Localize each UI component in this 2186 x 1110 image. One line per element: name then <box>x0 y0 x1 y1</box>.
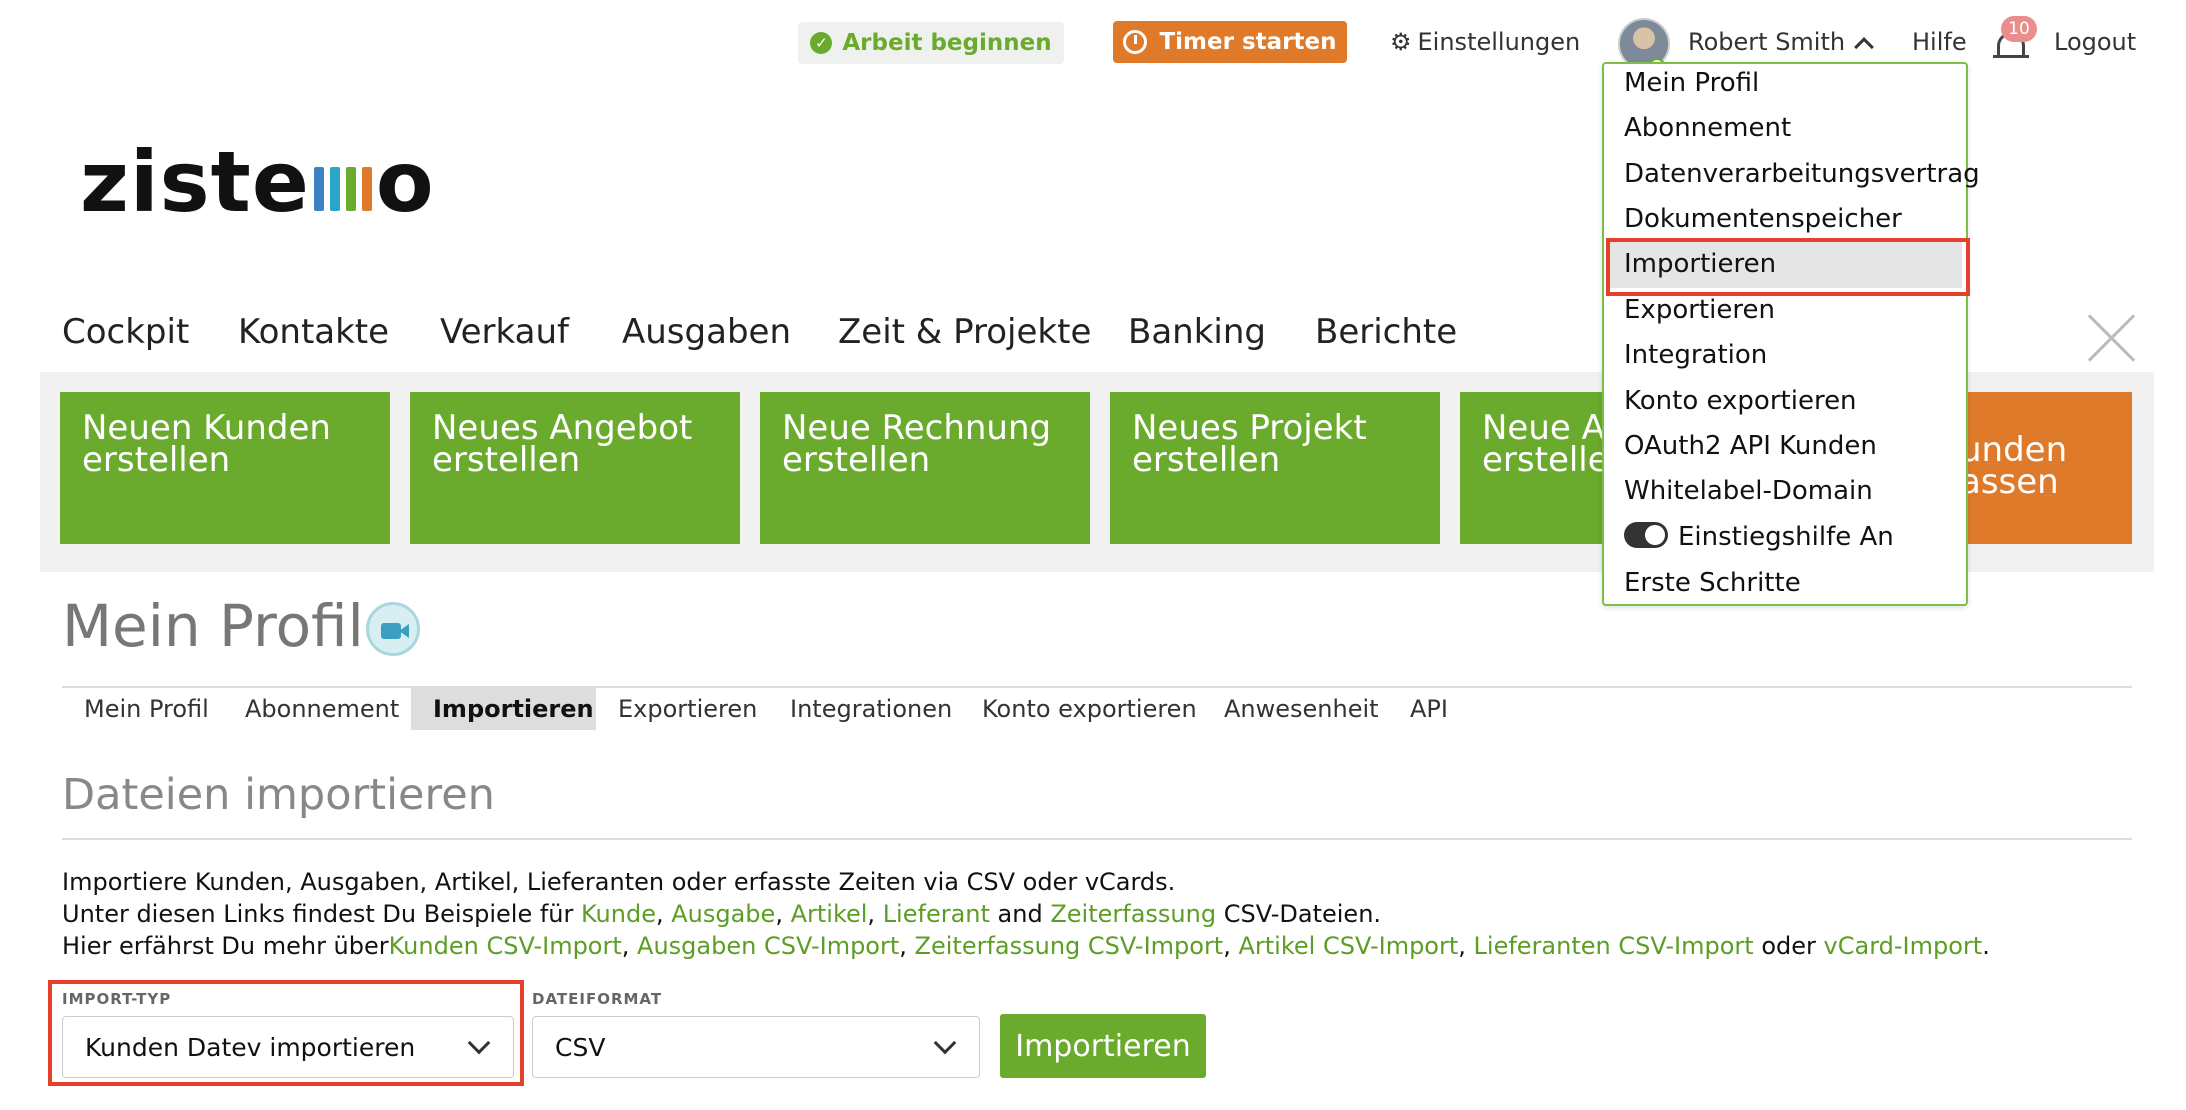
notification-badge: 10 <box>2001 16 2037 42</box>
tab-exportieren[interactable]: Exportieren <box>596 688 779 730</box>
new-invoice-tile[interactable]: Neue Rechnung erstellen <box>760 392 1090 544</box>
menu-item-abonnement[interactable]: Abonnement <box>1624 113 1791 143</box>
page-title: Mein Profil <box>62 592 364 660</box>
link-zeiterfassung[interactable]: Zeiterfassung <box>1050 900 1216 928</box>
video-icon[interactable] <box>366 602 420 656</box>
link-kunde[interactable]: Kunde <box>581 900 656 928</box>
menu-item-einstiegshilfe[interactable]: Einstiegshilfe An <box>1678 522 1894 552</box>
tab-mein-profil[interactable]: Mein Profil <box>62 688 231 730</box>
link-ausgaben-csv-import[interactable]: Ausgaben CSV-Import <box>637 932 899 960</box>
link-zeiterfassung-csv-import[interactable]: Zeiterfassung CSV-Import <box>915 932 1224 960</box>
link-kunden-csv-import[interactable]: Kunden CSV-Import <box>389 932 622 960</box>
file-format-select[interactable]: CSV <box>532 1016 980 1078</box>
logout-link[interactable]: Logout <box>2054 28 2136 56</box>
menu-item-mein-profil[interactable]: Mein Profil <box>1624 68 1759 98</box>
file-format-label: DATEIFORMAT <box>532 990 663 1008</box>
intro-line-1: Importiere Kunden, Ausgaben, Artikel, Li… <box>62 868 1176 896</box>
menu-item-datenverarbeitungsvertrag[interactable]: Datenverarbeitungsvertrag <box>1624 159 1980 189</box>
menu-item-exportieren[interactable]: Exportieren <box>1624 295 1775 325</box>
tab-api[interactable]: API <box>1388 688 1470 730</box>
import-button[interactable]: Importieren <box>1000 1014 1206 1078</box>
menu-item-dokumentenspeicher[interactable]: Dokumentenspeicher <box>1624 204 1902 234</box>
intro-line-2: Unter diesen Links findest Du Beispiele … <box>62 900 1382 928</box>
link-lieferanten-csv-import[interactable]: Lieferanten CSV-Import <box>1474 932 1754 960</box>
onboarding-toggle[interactable] <box>1624 522 1668 548</box>
settings-label: Einstellungen <box>1417 28 1581 56</box>
menu-item-konto-exportieren[interactable]: Konto exportieren <box>1624 386 1857 416</box>
check-circle-icon: ✓ <box>810 32 833 54</box>
intro-line-3: Hier erfährst Du mehr überKunden CSV-Imp… <box>62 932 1990 960</box>
tab-abonnement[interactable]: Abonnement <box>223 688 421 730</box>
nav-cockpit[interactable]: Cockpit <box>62 312 189 352</box>
tab-anwesenheit[interactable]: Anwesenheit <box>1202 688 1401 730</box>
link-lieferant[interactable]: Lieferant <box>883 900 990 928</box>
new-offer-tile[interactable]: Neues Angebot erstellen <box>410 392 740 544</box>
menu-item-oauth2-api-kunden[interactable]: OAuth2 API Kunden <box>1624 431 1877 461</box>
new-expense-tile[interactable]: Neue Auersteller <box>1460 392 1610 544</box>
nav-ausgaben[interactable]: Ausgaben <box>622 312 791 352</box>
zistemo-logo[interactable]: zist e o <box>80 140 435 224</box>
import-type-highlight <box>48 980 524 1086</box>
nav-banking[interactable]: Banking <box>1128 312 1266 352</box>
file-format-value: CSV <box>555 1032 606 1062</box>
link-artikel-csv-import[interactable]: Artikel CSV-Import <box>1238 932 1458 960</box>
help-link[interactable]: Hilfe <box>1912 28 1967 56</box>
stopwatch-icon <box>1123 30 1148 54</box>
link-ausgabe[interactable]: Ausgabe <box>671 900 775 928</box>
section-title: Dateien importieren <box>62 770 495 820</box>
nav-kontakte[interactable]: Kontakte <box>238 312 389 352</box>
menu-item-integration[interactable]: Integration <box>1624 340 1767 370</box>
start-work-button[interactable]: ✓ Arbeit beginnen <box>798 22 1064 64</box>
nav-zeit-projekte[interactable]: Zeit & Projekte <box>838 312 1091 352</box>
tab-integrationen[interactable]: Integrationen <box>768 688 974 730</box>
customer-orange-tile[interactable]: unden assen <box>1950 392 2132 544</box>
user-menu-toggle[interactable]: Robert Smith <box>1688 28 1874 57</box>
nav-berichte[interactable]: Berichte <box>1315 312 1457 352</box>
tab-importieren[interactable]: Importieren <box>411 688 596 730</box>
logo-bars <box>313 153 372 211</box>
menu-item-whitelabel-domain[interactable]: Whitelabel-Domain <box>1624 476 1873 506</box>
importieren-highlight <box>1606 238 1970 296</box>
nav-verkauf[interactable]: Verkauf <box>440 312 569 352</box>
close-icon[interactable] <box>2088 314 2136 362</box>
user-name: Robert Smith <box>1688 28 1846 56</box>
link-artikel[interactable]: Artikel <box>791 900 868 928</box>
chevron-down-icon <box>933 1031 957 1055</box>
start-timer-label: Timer starten <box>1159 29 1337 55</box>
tab-konto-exportieren[interactable]: Konto exportieren <box>960 688 1219 730</box>
menu-item-erste-schritte[interactable]: Erste Schritte <box>1624 568 1801 598</box>
start-work-label: Arbeit beginnen <box>842 30 1052 56</box>
new-customer-tile[interactable]: Neuen Kunden erstellen <box>60 392 390 544</box>
settings-link[interactable]: ⚙ Einstellungen <box>1390 28 1580 56</box>
new-project-tile[interactable]: Neues Projekt erstellen <box>1110 392 1440 544</box>
gear-icon: ⚙ <box>1390 28 1412 56</box>
start-timer-button[interactable]: Timer starten <box>1113 21 1347 63</box>
chevron-up-icon <box>1854 37 1874 57</box>
link-vcard-import[interactable]: vCard-Import <box>1824 932 1983 960</box>
section-divider <box>62 838 2132 840</box>
